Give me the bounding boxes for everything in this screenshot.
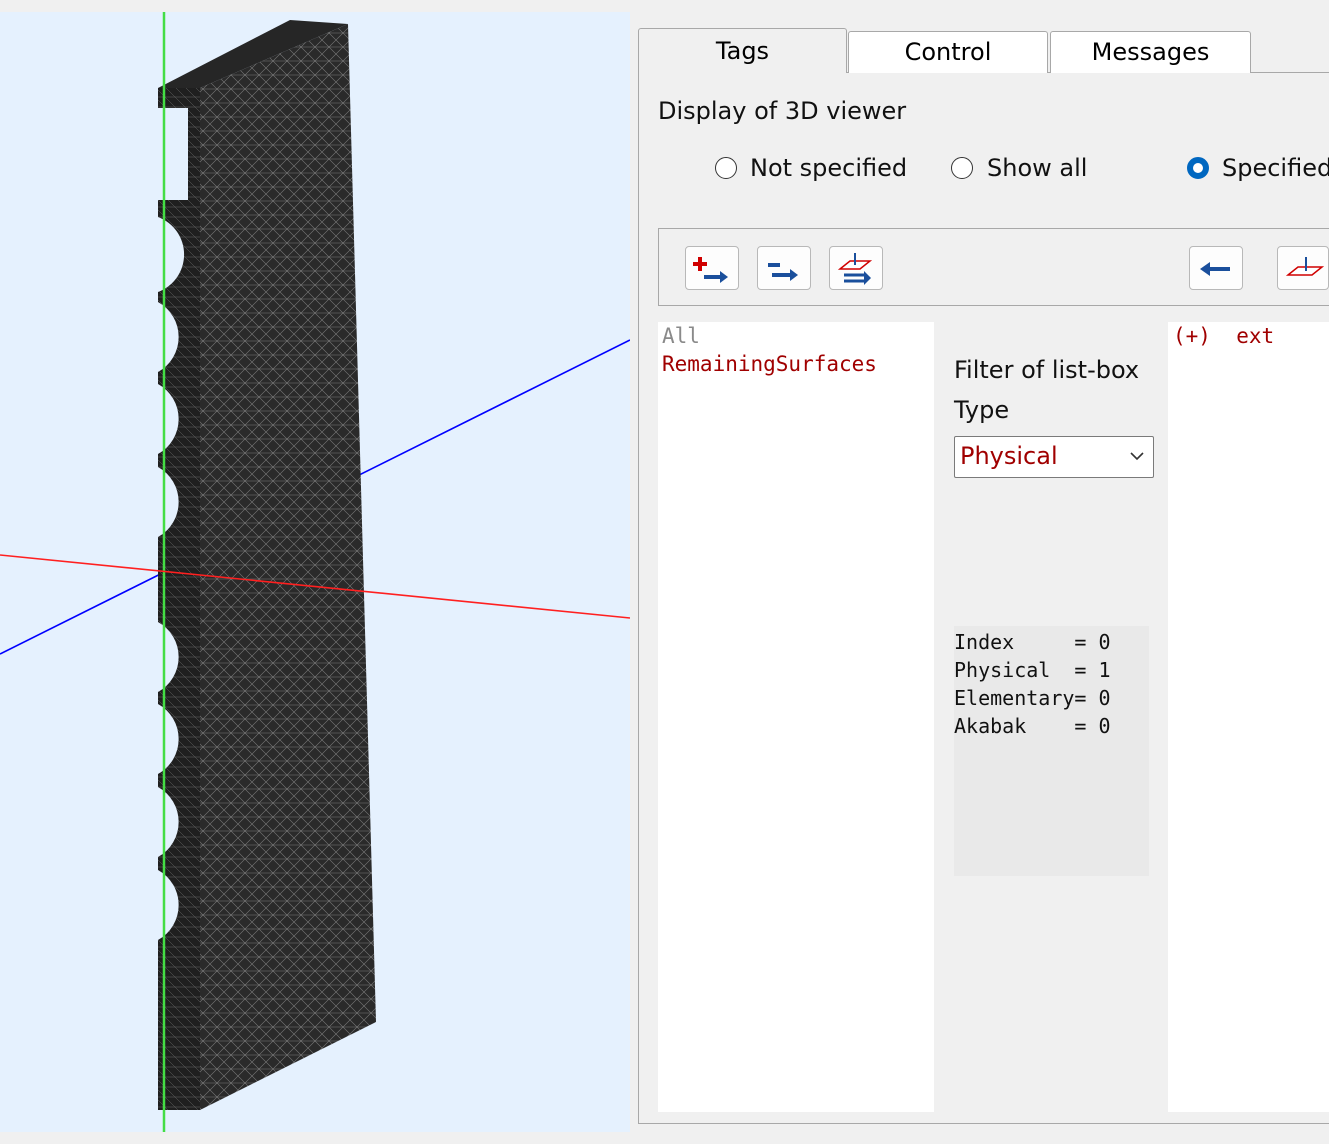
radio-specified[interactable] [1187,157,1209,179]
filter-type-label: Type [954,396,1010,424]
radio-show-all[interactable] [951,157,973,179]
3d-viewer[interactable] [0,12,630,1132]
plane-right-icon [837,253,873,285]
chevron-down-icon [1129,446,1145,470]
tab-tags[interactable]: Tags [638,28,847,73]
list-item[interactable]: (+) ext [1173,324,1274,348]
info-akabak: Akabak = 0 [954,714,1111,738]
radio-not-specified[interactable] [715,157,737,179]
mesh-front-face [200,24,376,1110]
filter-title: Filter of list-box [954,356,1140,384]
tag-info-box: Index = 0 Physical = 1 Elementary= 0 Aka… [954,626,1149,876]
remove-right-icon [768,263,798,281]
type-select[interactable]: Physical [954,436,1154,478]
move-left-button[interactable] [1189,246,1243,290]
remove-to-list-button[interactable] [757,246,811,290]
arrow-left-icon [1200,262,1230,276]
tab-control[interactable]: Control [848,31,1048,73]
info-elementary: Elementary= 0 [954,686,1111,710]
plane-to-list-button[interactable] [829,246,883,290]
info-index: Index = 0 [954,630,1111,654]
radio-show-all-label[interactable]: Show all [987,154,1087,182]
info-physical: Physical = 1 [954,658,1111,682]
list-item[interactable]: RemainingSurfaces [662,352,877,376]
tab-messages[interactable]: Messages [1050,31,1251,73]
selected-tags-list-box[interactable]: (+) ext [1168,322,1329,1112]
radio-specified-label[interactable]: Specified [1222,154,1329,182]
plane-icon [1285,257,1324,276]
radio-not-specified-label[interactable]: Not specified [750,154,907,182]
plane-button[interactable] [1277,246,1329,290]
viewer-canvas [0,12,630,1132]
tags-list-box[interactable]: All RemainingSurfaces [658,322,934,1112]
add-right-icon [693,257,728,283]
type-select-value: Physical [960,442,1058,470]
add-to-list-button[interactable] [685,246,739,290]
list-item[interactable]: All [662,324,700,348]
display-section-title: Display of 3D viewer [658,97,907,125]
